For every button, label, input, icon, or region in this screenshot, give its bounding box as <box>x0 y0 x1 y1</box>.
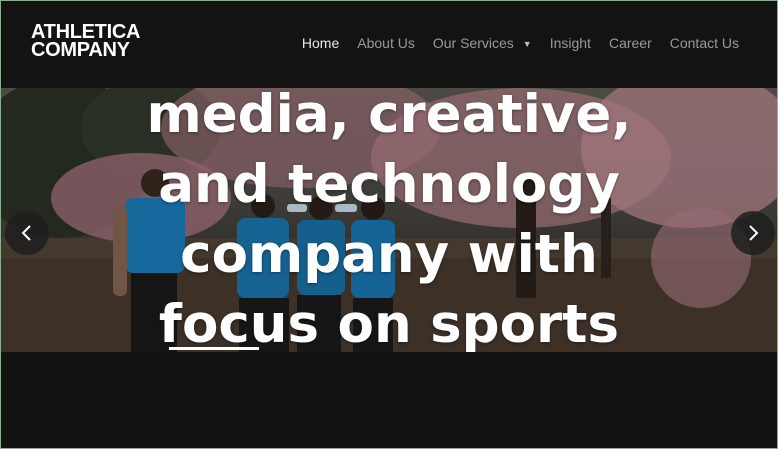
nav-contact-us[interactable]: Contact Us <box>670 35 739 51</box>
headline-line-3: company with <box>180 224 598 285</box>
nav-our-services[interactable]: Our Services ▼ <box>433 35 532 51</box>
chevron-right-icon <box>749 225 759 241</box>
nav-our-services-label: Our Services <box>432 35 514 51</box>
main-nav: Home About Us Our Services ▼ Insight Care… <box>302 35 739 51</box>
page-frame: ATHLETICA COMPANY Home About Us Our Serv… <box>0 0 778 449</box>
headline-line-4: focus on sports <box>158 294 620 352</box>
slider-next-button[interactable] <box>731 211 775 255</box>
chevron-left-icon <box>21 225 31 241</box>
slider-prev-button[interactable] <box>5 211 49 255</box>
hero-slider: media, creative, and technology company … <box>1 88 777 352</box>
nav-about-us[interactable]: About Us <box>357 35 415 51</box>
dropdown-caret-icon: ▼ <box>522 39 532 49</box>
headline-line-2: and technology <box>158 154 620 215</box>
brand-logo[interactable]: ATHLETICA COMPANY <box>31 22 140 61</box>
nav-home[interactable]: Home <box>302 35 339 51</box>
nav-insight[interactable]: Insight <box>550 35 591 51</box>
page-body <box>1 352 777 448</box>
headline-line-1: media, creative, <box>146 88 632 145</box>
headline-underline <box>169 347 259 350</box>
hero-headline: media, creative, and technology company … <box>121 88 657 352</box>
site-header: ATHLETICA COMPANY Home About Us Our Serv… <box>1 1 777 88</box>
logo-line-2: COMPANY <box>31 39 130 61</box>
nav-career[interactable]: Career <box>609 35 652 51</box>
